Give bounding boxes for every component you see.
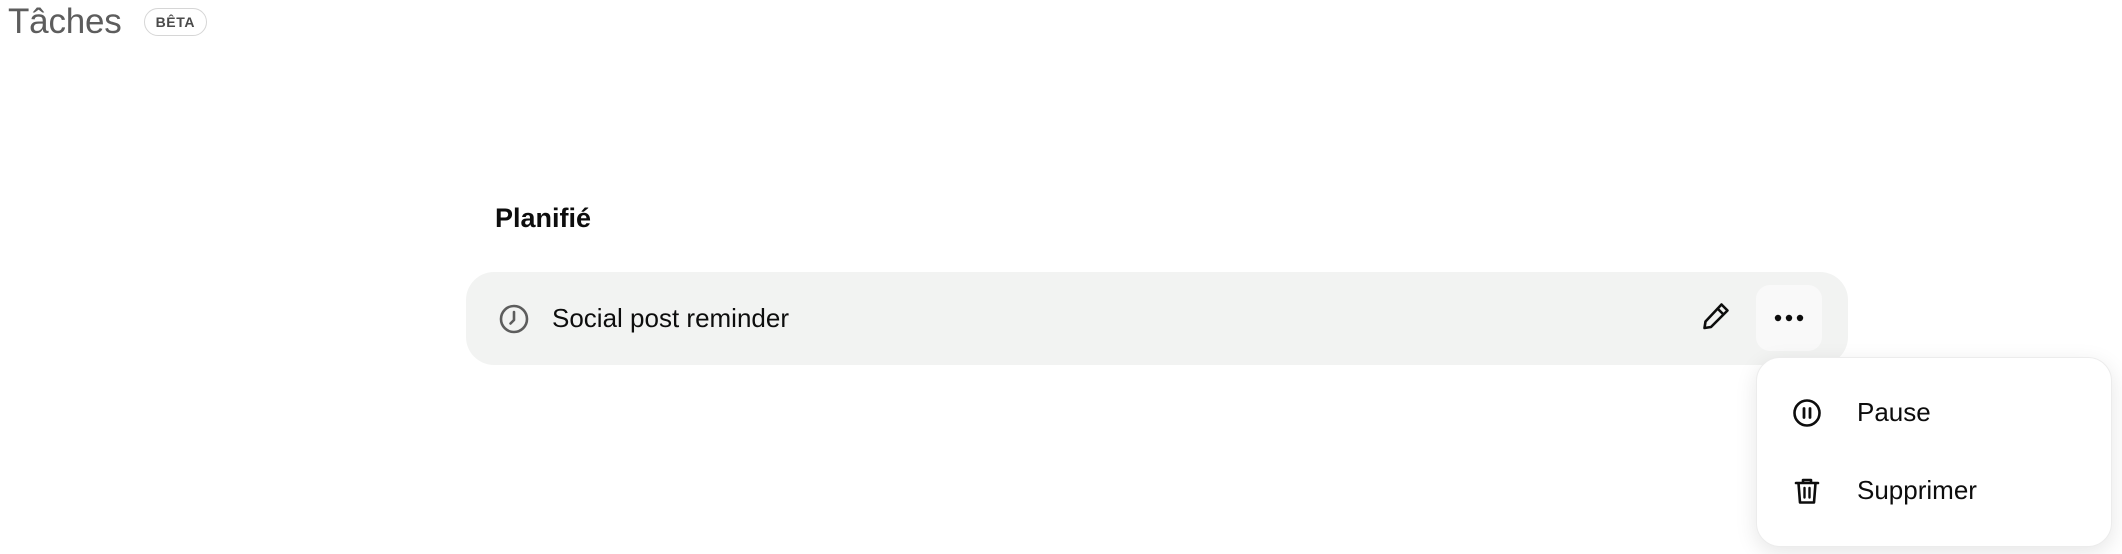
section-title: Planifié <box>495 203 592 233</box>
menu-item-pause[interactable]: Pause <box>1765 380 2103 444</box>
beta-badge: BÊTA <box>143 8 208 36</box>
task-title: Social post reminder <box>552 303 789 333</box>
tasks-page: Tâches BÊTA Planifié Social post reminde… <box>0 0 2122 554</box>
task-options-menu: Pause Supprimer <box>1756 357 2112 547</box>
page-header: Tâches BÊTA <box>8 0 208 44</box>
menu-item-delete[interactable]: Supprimer <box>1765 458 2103 522</box>
menu-item-label: Pause <box>1857 397 1931 427</box>
clock-icon <box>498 303 530 335</box>
trash-icon <box>1791 475 1823 507</box>
more-options-button[interactable] <box>1756 285 1822 351</box>
edit-task-button[interactable] <box>1696 298 1736 338</box>
page-title: Tâches <box>8 2 122 41</box>
pause-circle-icon <box>1791 397 1823 429</box>
pencil-icon <box>1700 300 1732 337</box>
menu-item-label: Supprimer <box>1857 475 1977 505</box>
task-row[interactable]: Social post reminder <box>466 272 1848 365</box>
more-horizontal-icon <box>1773 309 1805 327</box>
